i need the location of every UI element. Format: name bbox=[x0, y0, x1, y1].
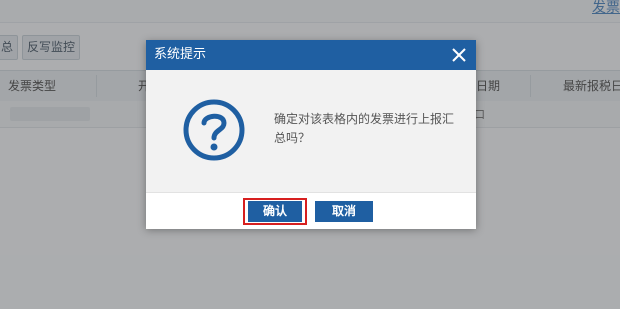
system-prompt-dialog: 系统提示 确定对该表格内的发票进行上报汇总吗？ 确认 取消 bbox=[146, 40, 476, 229]
question-icon bbox=[182, 98, 246, 162]
dialog-header: 系统提示 bbox=[146, 40, 476, 70]
cancel-button[interactable]: 取消 bbox=[315, 201, 373, 222]
screen: 发票 总 反写监控 发票类型 开 日期 最新报税日 口 口 系统提示 bbox=[0, 0, 620, 309]
confirm-highlight: 确认 bbox=[243, 198, 307, 225]
close-icon[interactable] bbox=[448, 44, 470, 66]
dialog-title: 系统提示 bbox=[154, 47, 207, 62]
dialog-footer: 确认 取消 bbox=[146, 192, 476, 229]
dialog-message: 确定对该表格内的发票进行上报汇总吗？ bbox=[274, 112, 455, 145]
confirm-button[interactable]: 确认 bbox=[248, 201, 302, 222]
